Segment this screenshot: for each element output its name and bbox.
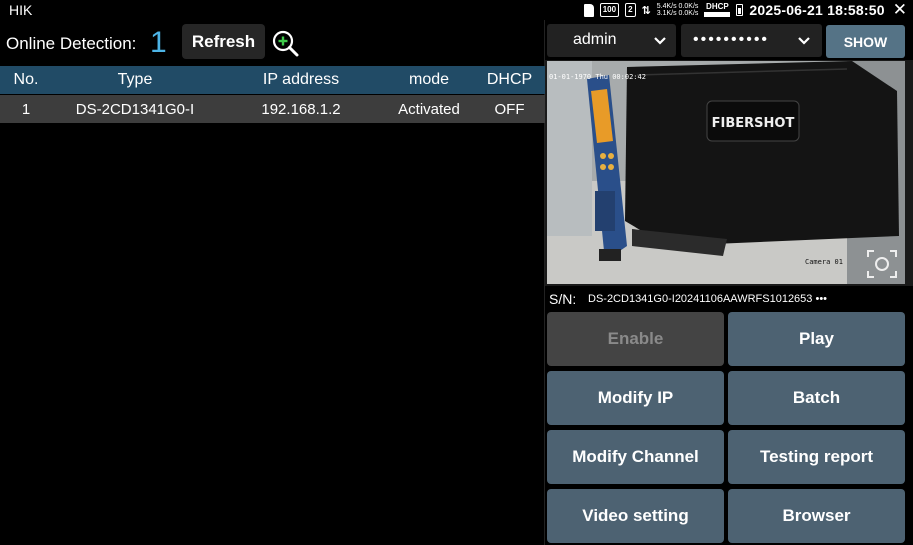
chevron-down-icon: [798, 37, 810, 45]
sd-card-icon: [583, 3, 594, 17]
serial-label: S/N:: [549, 291, 577, 307]
cell-dhcp: OFF: [494, 100, 525, 118]
play-button[interactable]: Play: [728, 312, 905, 366]
close-icon[interactable]: ✕: [893, 1, 907, 18]
action-buttons: Enable Play Modify IP Batch Modify Chann…: [545, 310, 913, 545]
video-frame-image: FIBERSHOT 01-01-1970 Thu 00:02:42 Camera…: [547, 61, 905, 284]
column-header-no: No.: [13, 71, 39, 88]
video-osd-time: 01-01-1970 Thu 00:02:42: [549, 73, 646, 81]
storage-badge-icon: 100: [599, 3, 620, 17]
network-speed-down: 3.1K/s 0.0K/s: [656, 10, 699, 17]
status-bar: HIK 100 2 ⇅ 5.4K/s 0.0K/s 3.1K/s 0.0K/s …: [0, 0, 913, 20]
network-speed-up: 5.4K/s 0.0K/s: [656, 3, 699, 10]
browser-button[interactable]: Browser: [728, 489, 905, 543]
zoom-in-icon[interactable]: [270, 29, 300, 57]
status-icons: 100 2 ⇅ 5.4K/s 0.0K/s 3.1K/s 0.0K/s DHCP…: [583, 1, 907, 19]
username-value: admin: [573, 31, 617, 48]
refresh-button[interactable]: Refresh: [182, 24, 265, 59]
video-preview[interactable]: FIBERSHOT 01-01-1970 Thu 00:02:42 Camera…: [547, 61, 905, 284]
credentials-bar: admin •••••••••• SHOW: [545, 20, 913, 60]
online-detection-label: Online Detection:: [6, 34, 137, 53]
serial-value: DS-2CD1341G0-I20241106AAWRFS1012653 •••: [588, 293, 828, 305]
serial-number-row: S/N: DS-2CD1341G0-I20241106AAWRFS1012653…: [545, 286, 913, 310]
modify-channel-button[interactable]: Modify Channel: [547, 430, 724, 484]
show-password-button[interactable]: SHOW: [826, 25, 905, 58]
chevron-down-icon: [654, 37, 666, 45]
column-header-ip: IP address: [262, 71, 340, 88]
status-datetime: 2025-06-21 18:58:50: [749, 2, 885, 18]
detection-toolbar: Online Detection: 1 Refresh: [0, 20, 545, 64]
cell-mode: Activated: [398, 100, 460, 118]
dhcp-status-icon: DHCP: [704, 2, 731, 17]
cell-type: DS-2CD1341G0-I: [75, 100, 195, 118]
password-mask: ••••••••••: [693, 31, 770, 48]
camera-panel: admin •••••••••• SHOW FIBERSHOT 01-01-19…: [545, 20, 913, 545]
modify-ip-button[interactable]: Modify IP: [547, 371, 724, 425]
column-header-type: Type: [117, 71, 153, 88]
device-list-panel: Online Detection: 1 Refresh No. Type IP …: [0, 20, 545, 545]
screen-badge-icon: 2: [625, 3, 636, 17]
video-osd-channel: Camera 01: [805, 258, 843, 266]
batch-button[interactable]: Batch: [728, 371, 905, 425]
brand-logo-text: FIBERSHOT: [712, 116, 795, 131]
video-setting-button[interactable]: Video setting: [547, 489, 724, 543]
network-speed: 5.4K/s 0.0K/s 3.1K/s 0.0K/s: [657, 3, 699, 17]
testing-report-button[interactable]: Testing report: [728, 430, 905, 484]
column-header-mode: mode: [408, 71, 450, 88]
username-select[interactable]: admin: [547, 24, 676, 57]
battery-icon: [736, 4, 744, 16]
cell-ip: 192.168.1.2: [261, 100, 341, 118]
enable-button[interactable]: Enable: [547, 312, 724, 366]
app-title: HIK: [9, 2, 33, 18]
online-detection-count: 1: [150, 26, 167, 59]
password-field[interactable]: ••••••••••: [681, 24, 822, 57]
dhcp-status-label: DHCP: [706, 2, 729, 11]
device-table-header: No. Type IP address mode DHCP: [0, 66, 545, 94]
network-arrows-icon: ⇅: [641, 4, 651, 17]
cell-no: 1: [21, 100, 31, 118]
column-header-dhcp: DHCP: [486, 71, 533, 88]
fullscreen-icon[interactable]: [865, 248, 899, 280]
table-row[interactable]: 1 DS-2CD1341G0-I 192.168.1.2 Activated O…: [0, 95, 545, 123]
